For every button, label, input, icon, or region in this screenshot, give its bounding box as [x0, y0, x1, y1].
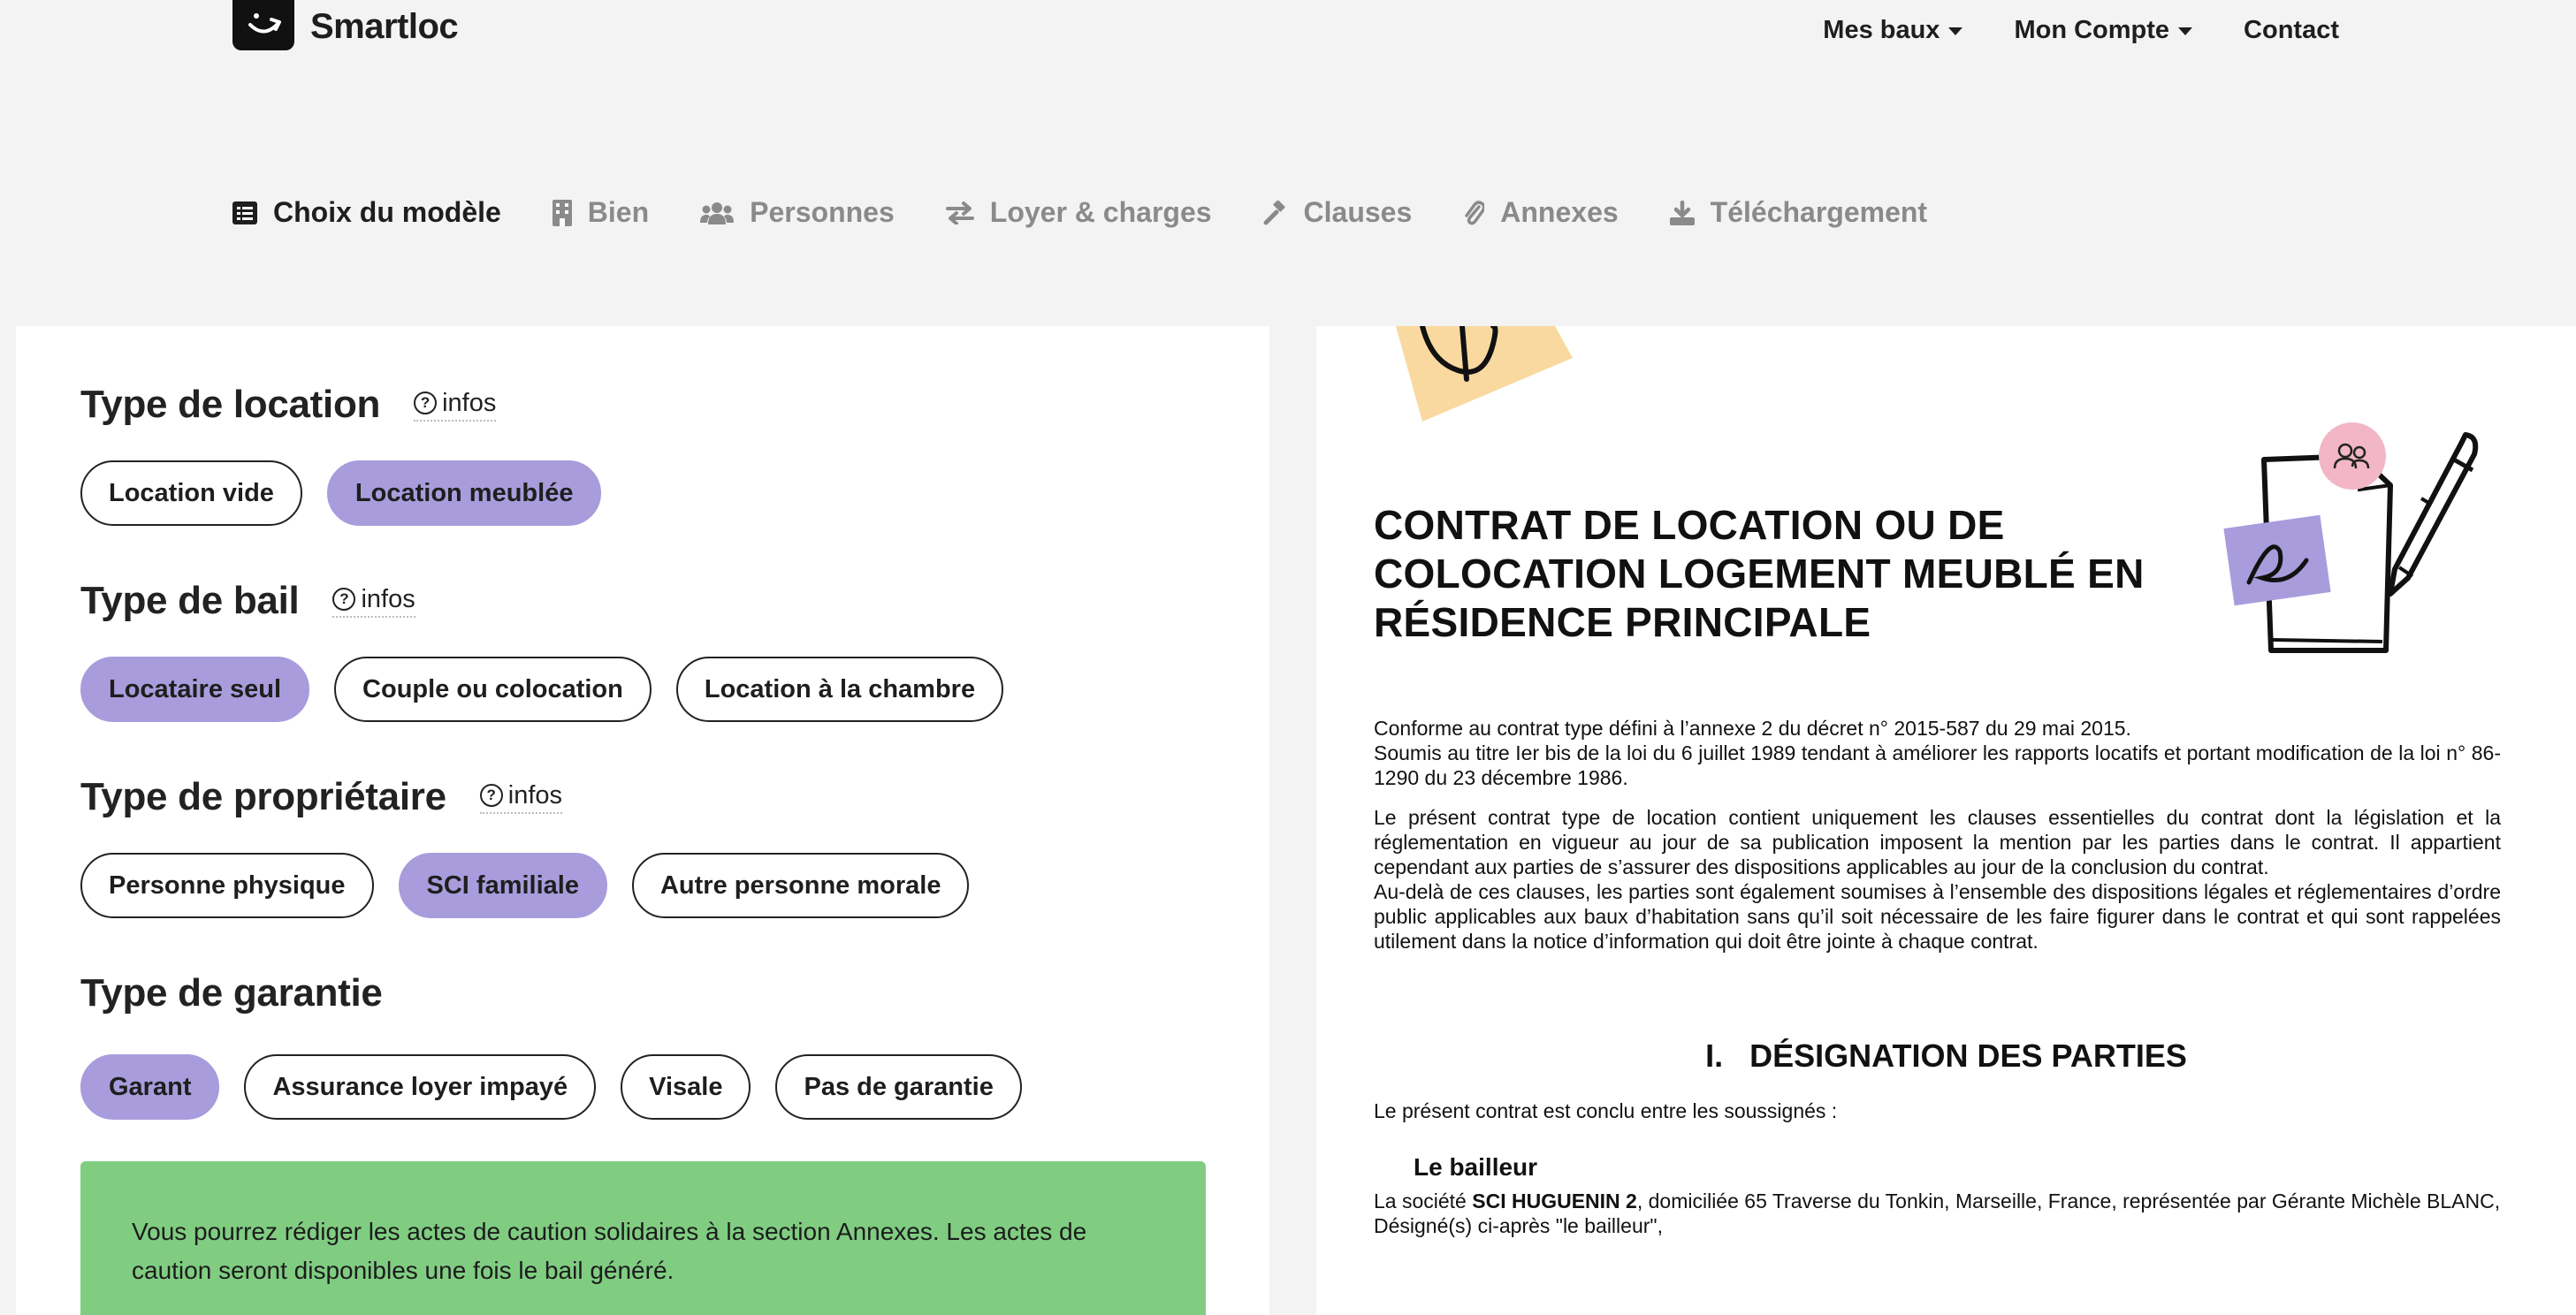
step-label: Annexes: [1500, 196, 1619, 228]
nav-mes-baux-label: Mes baux: [1823, 16, 1940, 44]
infos-label: infos: [507, 780, 563, 810]
preamble-line-1: Conforme au contrat type défini à l’anne…: [1374, 717, 2131, 740]
step-label: Téléchargement: [1710, 196, 1928, 228]
preamble-line-2: Soumis au titre Ier bis de la loi du 6 j…: [1374, 741, 2501, 789]
section-designation-parties: I. DÉSIGNATION DES PARTIES: [1705, 1038, 2187, 1074]
smartloc-logo-icon: [232, 0, 294, 50]
caret-down-icon: [2178, 27, 2193, 35]
step-label: Loyer & charges: [989, 196, 1212, 228]
bailleur-name: SCI HUGUENIN 2: [1472, 1190, 1637, 1212]
step-label: Clauses: [1303, 196, 1413, 228]
step-label: Bien: [587, 196, 650, 228]
group-type-garantie: Type de garantie Garant Assurance loyer …: [80, 971, 1022, 1120]
option-autre-personne-morale[interactable]: Autre personne morale: [631, 853, 970, 918]
step-personnes[interactable]: Personnes: [700, 196, 895, 229]
model-choice-panel: Type de location ? infos Location vide L…: [16, 326, 1269, 1315]
option-pas-de-garantie[interactable]: Pas de garantie: [775, 1054, 1022, 1120]
nav-contact-label: Contact: [2244, 16, 2339, 44]
step-label: Personnes: [750, 196, 895, 228]
list-icon: [232, 201, 257, 224]
question-circle-icon: ?: [479, 784, 503, 807]
nav-contact[interactable]: Contact: [2244, 16, 2339, 45]
infos-link[interactable]: ? infos: [479, 780, 563, 814]
option-garant[interactable]: Garant: [80, 1054, 220, 1120]
bailleur-heading: Le bailleur: [1414, 1153, 1538, 1181]
option-sci-familiale[interactable]: SCI familiale: [398, 853, 607, 918]
bailleur-address: , domiciliée 65 Traverse du Tonkin, Mars…: [1636, 1190, 2501, 1212]
step-annexes[interactable]: Annexes: [1463, 196, 1619, 229]
nav-mes-baux[interactable]: Mes baux: [1823, 16, 1963, 45]
exchange-icon: [945, 201, 974, 224]
top-nav: Mes baux Mon Compte Contact: [1823, 16, 2339, 45]
sticky-note-illustration-icon: [1396, 326, 1573, 422]
infos-link[interactable]: ? infos: [332, 585, 415, 618]
step-bien[interactable]: Bien: [552, 196, 650, 229]
intro-paragraph-2: Au-delà de ces clauses, les parties sont…: [1374, 880, 2501, 953]
section-title-type-garantie: Type de garantie: [80, 971, 383, 1015]
contract-signing-illustration-icon: [2223, 422, 2479, 653]
contract-parties-intro: Le présent contrat est conclu entre les …: [1374, 1099, 1838, 1122]
section-title-type-proprietaire: Type de propriétaire: [80, 775, 446, 818]
option-personne-physique[interactable]: Personne physique: [80, 853, 374, 918]
group-type-bail: Type de bail ? infos Locataire seul Coup…: [80, 579, 1004, 722]
question-circle-icon: ?: [414, 391, 438, 414]
top-header: Smartloc Mes baux Mon Compte Contact: [0, 0, 2576, 97]
contract-preamble: Conforme au contrat type défini à l’anne…: [1374, 716, 2501, 790]
group-type-proprietaire: Type de propriétaire ? infos Personne ph…: [80, 775, 970, 918]
step-loyer-charges[interactable]: Loyer & charges: [945, 196, 1212, 229]
intro-paragraph-1: Le présent contrat type de location cont…: [1374, 806, 2501, 878]
infos-label: infos: [442, 388, 497, 417]
caret-down-icon: [1948, 27, 1963, 35]
step-label: Choix du modèle: [273, 196, 501, 228]
option-location-vide[interactable]: Location vide: [80, 460, 302, 526]
contract-intro-paragraph: Le présent contrat type de location cont…: [1374, 805, 2501, 954]
option-location-meublee[interactable]: Location meublée: [326, 460, 602, 526]
contract-preview: CONTRAT DE LOCATION OU DE COLOCATION LOG…: [1316, 326, 2576, 1315]
step-telechargement[interactable]: Téléchargement: [1669, 196, 1928, 229]
option-assurance-loyer-impaye[interactable]: Assurance loyer impayé: [244, 1054, 597, 1120]
group-type-location: Type de location ? infos Location vide L…: [80, 383, 602, 526]
bailleur-designation: Désigné(s) ci-après "le bailleur",: [1374, 1214, 1663, 1237]
infos-label: infos: [361, 584, 415, 613]
bailleur-prefix: La société: [1374, 1190, 1473, 1212]
building-icon: [552, 199, 572, 226]
gavel-icon: [1263, 200, 1285, 224]
section-title-type-location: Type de location: [80, 383, 381, 426]
option-visale[interactable]: Visale: [621, 1054, 751, 1120]
option-locataire-seul[interactable]: Locataire seul: [80, 657, 310, 722]
download-icon: [1669, 200, 1695, 225]
option-couple-colocation[interactable]: Couple ou colocation: [334, 657, 652, 722]
step-clauses[interactable]: Clauses: [1263, 196, 1413, 229]
question-circle-icon: ?: [332, 588, 356, 611]
step-nav: Choix du modèle Bien Personnes Loyer & c…: [232, 196, 1927, 229]
caution-notice: Vous pourrez rédiger les actes de cautio…: [80, 1161, 1206, 1315]
infos-link[interactable]: ? infos: [414, 388, 497, 422]
paperclip-icon: [1465, 200, 1485, 224]
nav-mon-compte[interactable]: Mon Compte: [2014, 16, 2193, 45]
step-choix-modele[interactable]: Choix du modèle: [232, 196, 501, 229]
contract-title: CONTRAT DE LOCATION OU DE COLOCATION LOG…: [1374, 502, 2145, 645]
option-location-chambre[interactable]: Location à la chambre: [675, 657, 1004, 722]
users-icon: [700, 201, 735, 224]
app-logo[interactable]: Smartloc: [232, 0, 459, 50]
app-name: Smartloc: [310, 7, 459, 46]
nav-mon-compte-label: Mon Compte: [2014, 16, 2170, 44]
bailleur-details: La société SCI HUGUENIN 2, domiciliée 65…: [1374, 1189, 2501, 1238]
section-title-type-bail: Type de bail: [80, 579, 300, 622]
